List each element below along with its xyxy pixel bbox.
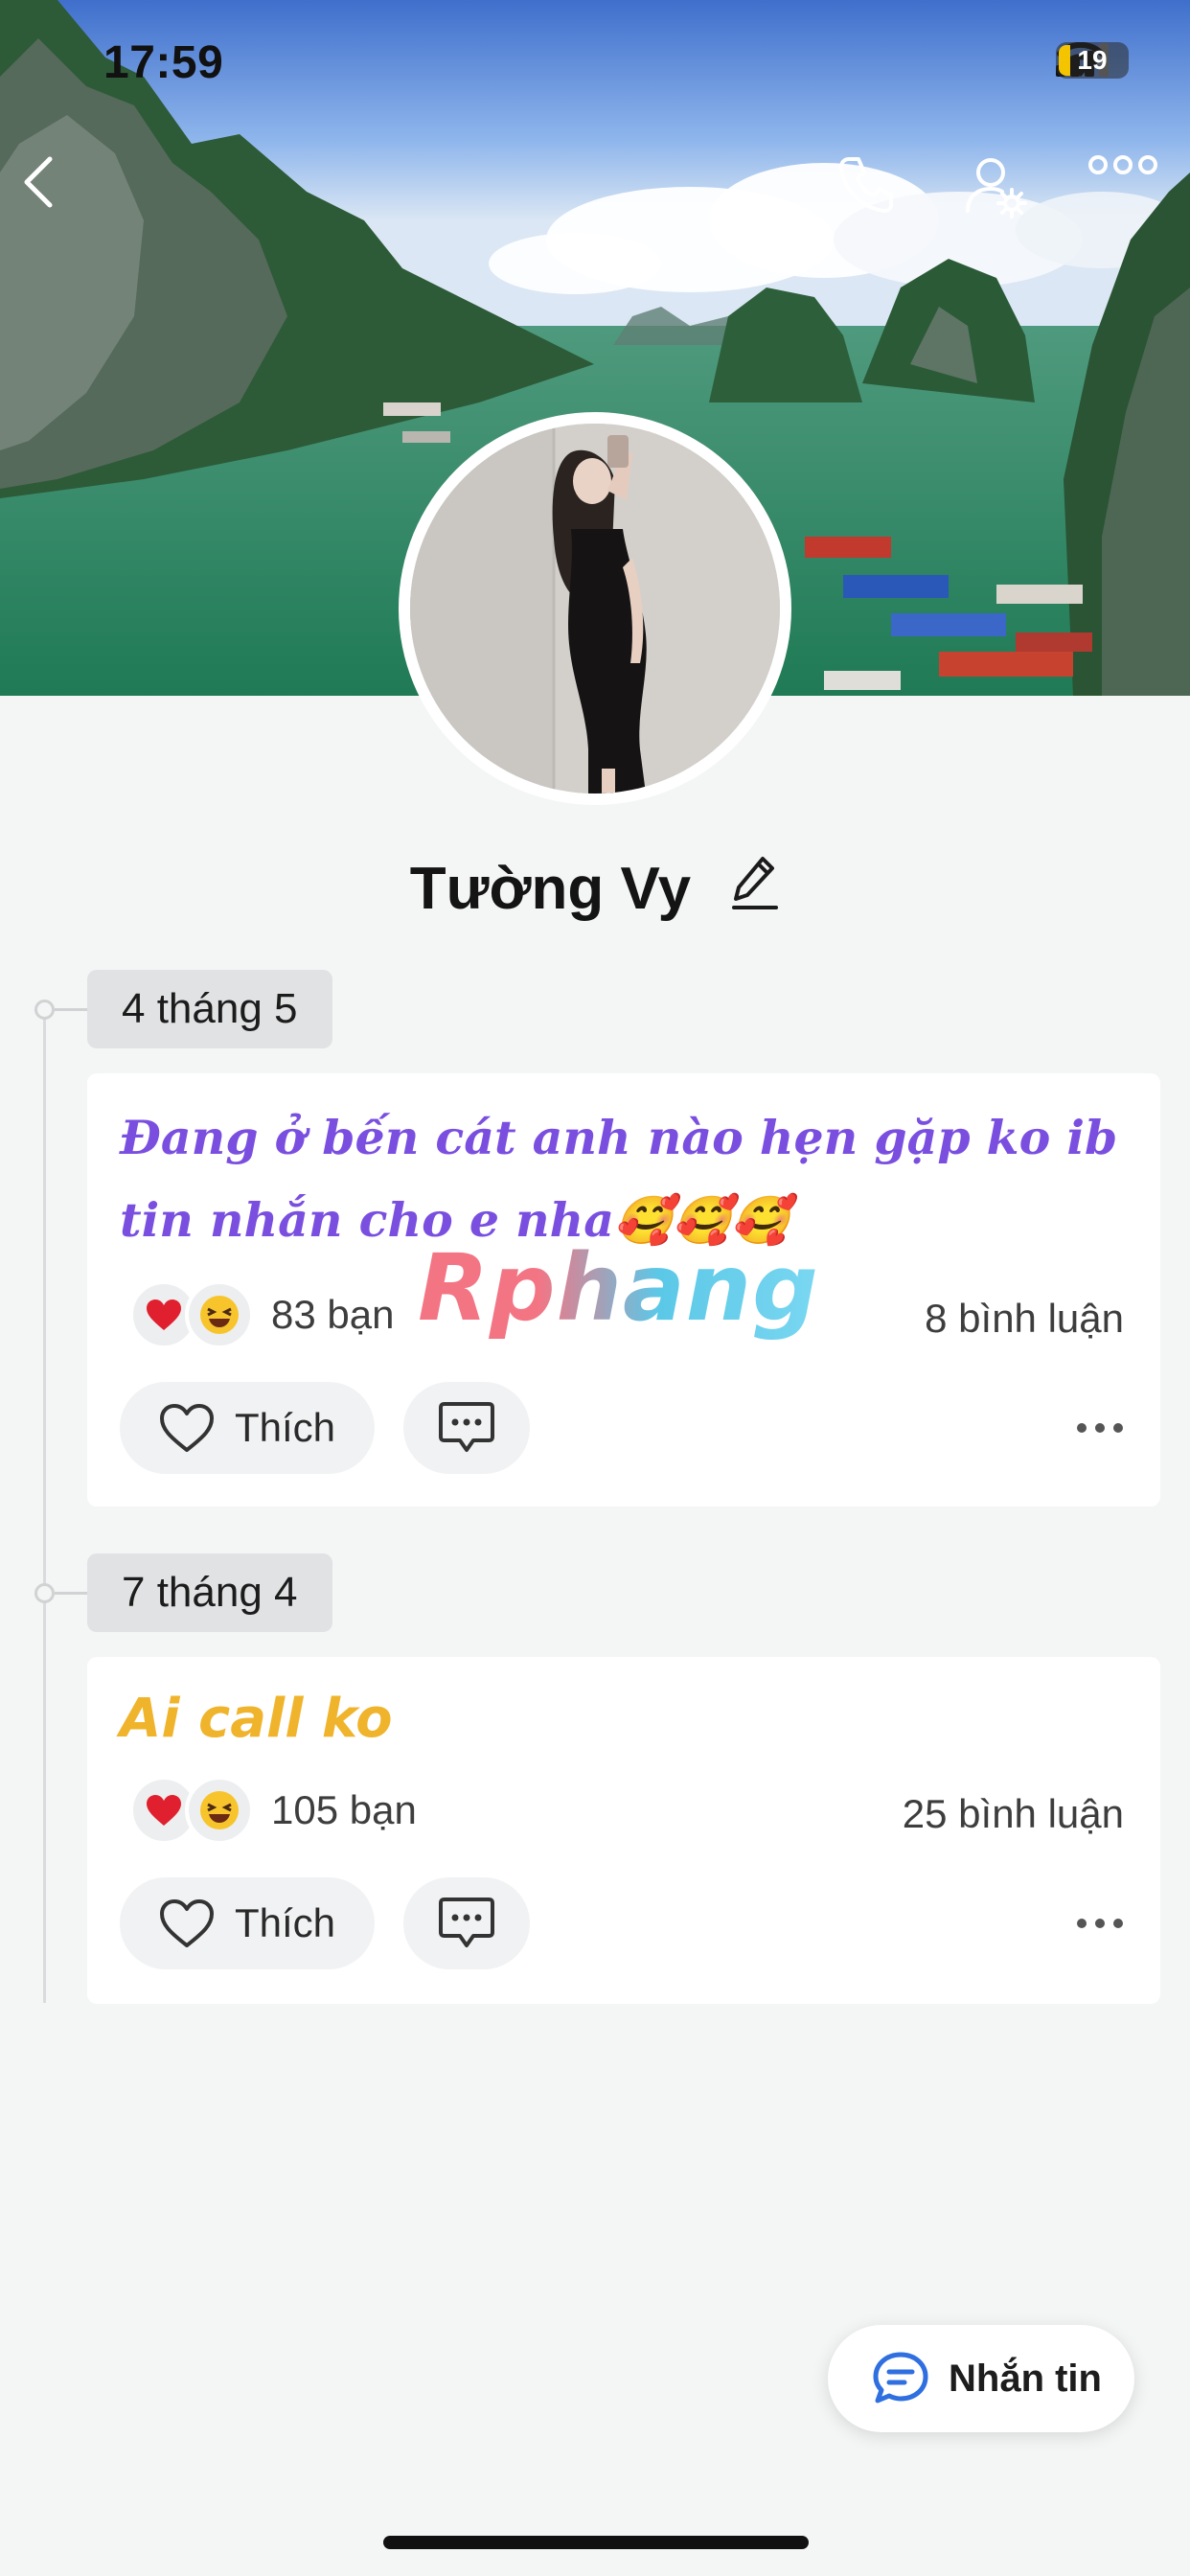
profile-name: Tường Vy	[0, 851, 1190, 925]
heart-outline-icon	[160, 1899, 214, 1947]
reaction-summary[interactable]: 83 bạn	[129, 1280, 394, 1349]
comment-icon	[439, 1898, 494, 1947]
message-button-label: Nhắn tin	[949, 2357, 1102, 2400]
like-button[interactable]: Thích	[120, 1382, 375, 1474]
more-horizontal-icon	[1088, 155, 1157, 174]
comment-button[interactable]	[403, 1382, 530, 1474]
chevron-left-icon	[24, 156, 53, 208]
pencil-icon[interactable]	[730, 853, 780, 925]
heart-outline-icon	[160, 1404, 214, 1452]
back-button[interactable]	[19, 153, 96, 230]
like-label: Thích	[235, 1405, 336, 1450]
battery-indicator: 19	[1056, 42, 1129, 79]
message-button[interactable]: Nhắn tin	[828, 2325, 1134, 2432]
laughing-reaction-icon	[185, 1280, 254, 1349]
comment-count[interactable]: 8 bình luận	[925, 1296, 1124, 1342]
timeline-dot	[34, 1583, 55, 1603]
comment-button[interactable]	[403, 1877, 530, 1969]
status-icons: 19	[1056, 42, 1129, 79]
like-button[interactable]: Thích	[120, 1877, 375, 1969]
status-time: 17:59	[103, 37, 224, 88]
like-label: Thích	[235, 1900, 336, 1945]
post-date-chip: 7 tháng 4	[87, 1553, 332, 1632]
battery-level: 19	[1077, 45, 1108, 75]
call-button[interactable]	[835, 153, 912, 230]
timeline-connector	[55, 1008, 87, 1011]
timeline-dot	[34, 1000, 55, 1020]
avatar-photo	[410, 424, 780, 794]
reaction-count: 83 bạn	[271, 1292, 395, 1337]
chat-bubble-icon	[873, 2352, 928, 2404]
post-date-chip: 4 tháng 5	[87, 970, 332, 1048]
more-options-button[interactable]	[1088, 153, 1173, 230]
user-settings-icon	[966, 158, 1027, 218]
reaction-count: 105 bạn	[271, 1787, 417, 1832]
post-more-button[interactable]	[1066, 1399, 1133, 1457]
phone-icon	[839, 157, 893, 213]
timeline-connector	[55, 1592, 87, 1595]
profile-settings-button[interactable]	[964, 153, 1041, 230]
post-card[interactable]: Ai call ko 105 bạn 25 bình luận Thích	[87, 1657, 1160, 2004]
post-text: Ai call ko	[120, 1688, 393, 1750]
profile-avatar[interactable]	[399, 412, 791, 805]
timeline-line	[43, 1006, 46, 2003]
watermark-logo: Rphang	[418, 1234, 819, 1342]
profile-name-text: Tường Vy	[409, 856, 692, 923]
comment-icon	[439, 1402, 494, 1452]
comment-count[interactable]: 25 bình luận	[903, 1791, 1124, 1837]
home-indicator[interactable]	[383, 2536, 809, 2549]
post-more-button[interactable]	[1066, 1895, 1133, 1952]
laughing-reaction-icon	[185, 1776, 254, 1845]
reaction-summary[interactable]: 105 bạn	[129, 1776, 417, 1845]
